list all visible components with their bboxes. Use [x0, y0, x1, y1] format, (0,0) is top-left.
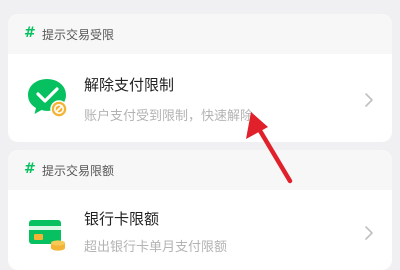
chevron-right-icon — [365, 93, 373, 107]
row-title: 解除支付限制 — [84, 76, 175, 94]
chevron-right-icon — [365, 226, 373, 240]
hash-icon: # — [24, 25, 36, 41]
section-header: # 提示交易限额 — [8, 150, 392, 190]
section-title: 提示交易受限 — [42, 28, 115, 42]
row-subtitle: 超出银行卡单月支付限额 — [84, 240, 228, 255]
row-subtitle: 账户支付受到限制，快速解除 — [84, 109, 254, 124]
hash-icon: # — [24, 161, 36, 177]
bank-card-icon — [29, 220, 65, 251]
row-title: 银行卡限额 — [84, 210, 160, 228]
card-transaction-limit: # 提示交易限额 银行卡限额 超出银行卡单月支付限额 — [8, 150, 392, 270]
unlock-payment-row[interactable]: 解除支付限制 账户支付受到限制，快速解除 — [8, 54, 392, 142]
wechat-pay-restricted-icon — [28, 79, 68, 118]
section-header: # 提示交易受限 — [8, 14, 392, 54]
bank-card-limit-row[interactable]: 银行卡限额 超出银行卡单月支付限额 — [8, 190, 392, 270]
section-title: 提示交易限额 — [42, 164, 115, 178]
card-payment-restriction: # 提示交易受限 解除支付限制 账户支付受到限制，快速解除 — [8, 14, 392, 142]
